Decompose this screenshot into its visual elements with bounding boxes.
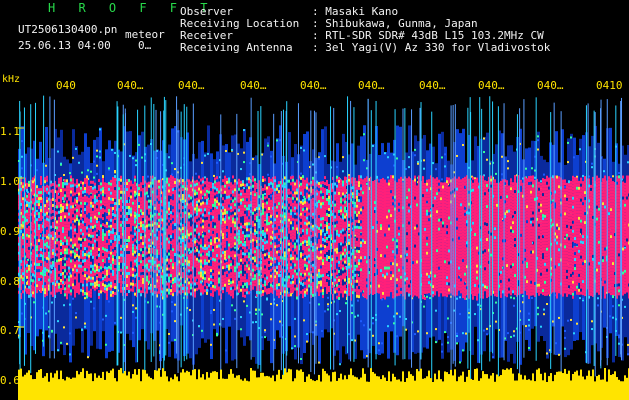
x-tick: 040… [117, 79, 144, 92]
signal-baseline [18, 368, 629, 400]
y-tick: 1.0 [0, 175, 20, 188]
spectrogram-heatmap [18, 95, 629, 382]
x-tick: 040… [537, 79, 564, 92]
antenna-value: : 3el Yagi(V) Az 330 for Vladivostok [312, 41, 551, 54]
x-tick: 040… [419, 79, 446, 92]
y-axis-unit: kHz [2, 74, 21, 85]
x-tick: 040… [358, 79, 385, 92]
x-tick: 040… [478, 79, 505, 92]
x-tick: 040 [56, 79, 76, 92]
spectrogram [18, 95, 629, 400]
x-tick: 040… [178, 79, 205, 92]
date-time: 25.06.13 04:00 [18, 39, 111, 52]
x-tick: 0410 [596, 79, 623, 92]
x-tick: 040… [240, 79, 267, 92]
y-tick: 0.8 [0, 275, 20, 288]
y-tick: 0.6 [0, 374, 20, 387]
x-tick: 040… [300, 79, 327, 92]
header: H R O F F T UT2506130400.pn meteor 25.06… [0, 0, 629, 70]
y-tick: 0.9 [0, 225, 20, 238]
counter: 0… [138, 39, 152, 52]
antenna-label: Receiving Antenna [180, 41, 293, 54]
y-tick: 0.7 [0, 324, 20, 337]
y-tick: 1.1 [0, 125, 20, 138]
file-name: UT2506130400.pn [18, 23, 118, 36]
